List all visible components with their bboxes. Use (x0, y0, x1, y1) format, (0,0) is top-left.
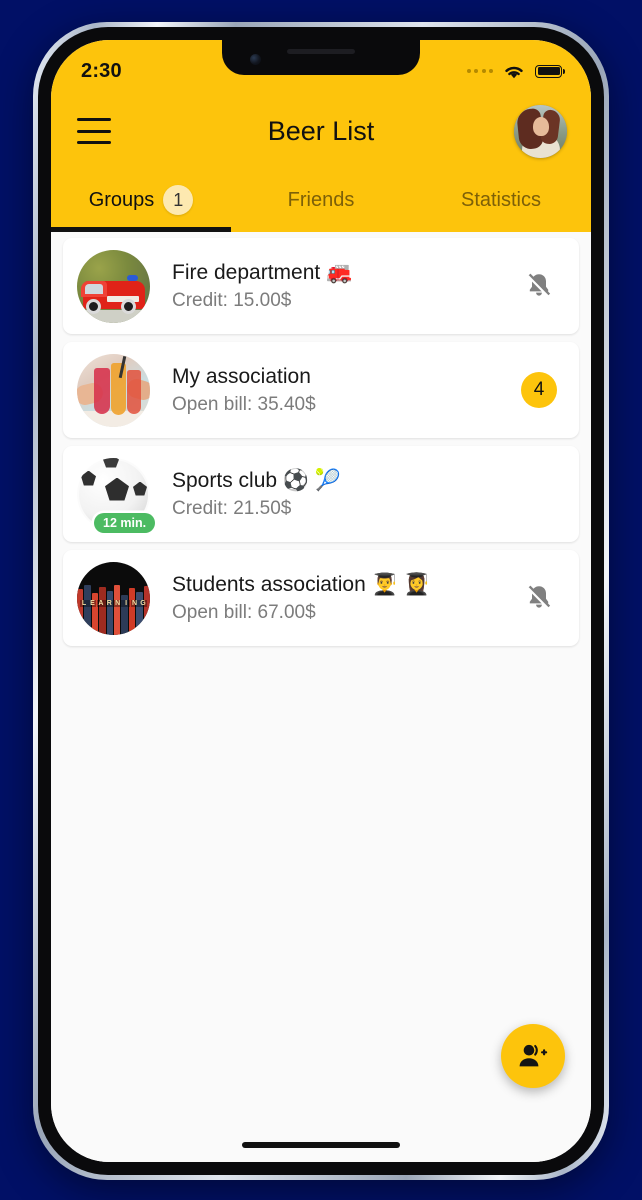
phone-frame: 2:30 Beer List Groups 1 Friends Statisti… (33, 22, 609, 1180)
hamburger-menu-icon[interactable] (77, 118, 111, 144)
group-text: Students association 👨‍🎓 👩‍🎓 Open bill: … (150, 572, 517, 625)
tab-statistics[interactable]: Statistics (411, 174, 591, 226)
tab-friends[interactable]: Friends (231, 174, 411, 226)
group-avatar (77, 249, 150, 323)
list-item[interactable]: Fire department 🚒 Credit: 15.00$ (63, 238, 579, 334)
battery-full-icon (535, 64, 565, 78)
tab-active-indicator (51, 227, 231, 232)
tab-groups-badge: 1 (163, 185, 194, 215)
home-indicator[interactable] (242, 1142, 400, 1148)
user-avatar[interactable] (514, 104, 567, 158)
front-camera-icon (250, 54, 261, 65)
group-avatar: 12 min. (77, 457, 156, 533)
phone-screen: 2:30 Beer List Groups 1 Friends Statisti… (51, 40, 591, 1162)
group-title: Sports club ⚽ 🎾 (172, 468, 342, 492)
group-text: Fire department 🚒 Credit: 15.00$ (150, 260, 517, 313)
header-bar: Beer List (51, 92, 591, 170)
tab-groups[interactable]: Groups 1 (51, 174, 231, 232)
group-subtitle: Open bill: 67.00$ (172, 601, 316, 623)
group-subtitle: Open bill: 35.40$ (172, 393, 316, 415)
list-item-trailing: 4 (517, 372, 561, 408)
learning-books-photo: LEARNING (77, 561, 150, 635)
group-subtitle: Credit: 21.50$ (172, 497, 292, 519)
page-title: Beer List (267, 115, 375, 146)
group-list[interactable]: Fire department 🚒 Credit: 15.00$ My asso… (51, 232, 591, 1162)
list-item-trailing (517, 271, 561, 301)
list-item-trailing (517, 583, 561, 613)
group-title: Fire department 🚒 (172, 260, 353, 284)
group-avatar: LEARNING (77, 561, 150, 635)
status-bar-time: 2:30 (81, 59, 122, 82)
status-bar-indicators (466, 63, 565, 80)
bell-off-icon[interactable] (525, 271, 553, 301)
phone-bezel: 2:30 Beer List Groups 1 Friends Statisti… (38, 27, 604, 1175)
group-title: Students association 👨‍🎓 👩‍🎓 (172, 572, 430, 596)
app-header: Beer List Groups 1 Friends Statistics (51, 92, 591, 232)
fire-truck-photo (77, 249, 150, 323)
tab-bar: Groups 1 Friends Statistics (51, 170, 591, 232)
tab-groups-label: Groups (88, 188, 155, 211)
speaker-grille (287, 49, 355, 54)
list-item[interactable]: 12 min. Sports club ⚽ 🎾 Credit: 21.50$ (63, 446, 579, 542)
bell-off-icon[interactable] (525, 583, 553, 613)
cocktails-cheers-photo (77, 353, 150, 427)
list-item[interactable]: LEARNING Students association 👨‍🎓 👩‍🎓 Op… (63, 550, 579, 646)
add-group-button[interactable] (501, 1024, 565, 1088)
wifi-icon (505, 66, 523, 78)
list-item[interactable]: My association Open bill: 35.40$ 4 (63, 342, 579, 438)
status-pill: 12 min. (94, 512, 156, 533)
signal-dots-icon (466, 69, 493, 73)
group-title: My association (172, 364, 311, 388)
tab-statistics-label: Statistics (460, 188, 542, 211)
group-avatar (77, 353, 150, 427)
unread-count-badge[interactable]: 4 (521, 372, 557, 408)
group-subtitle: Credit: 15.00$ (172, 289, 292, 311)
person-add-icon (519, 1044, 548, 1067)
phone-notch (222, 40, 420, 75)
group-text: Sports club ⚽ 🎾 Credit: 21.50$ (150, 468, 517, 521)
tab-friends-label: Friends (287, 188, 355, 211)
group-text: My association Open bill: 35.40$ (150, 364, 517, 417)
books-letters: LEARNING (80, 599, 147, 607)
